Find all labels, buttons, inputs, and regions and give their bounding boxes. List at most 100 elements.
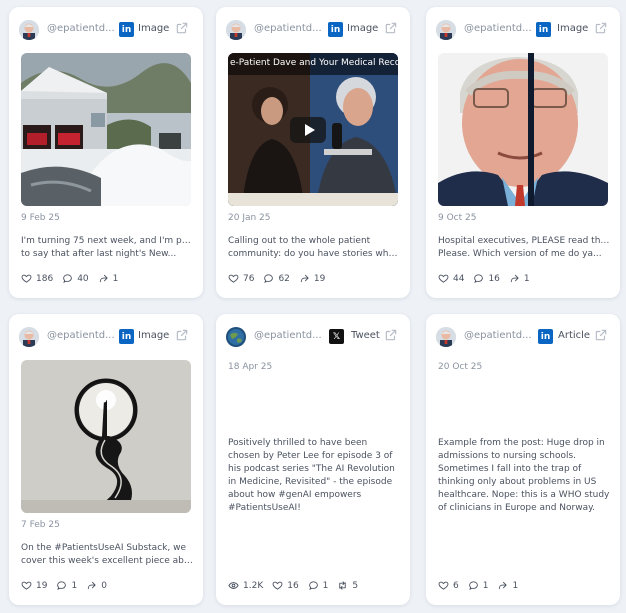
shares-stat: 0 [86,580,107,591]
comment-icon [473,273,484,284]
post-image[interactable] [21,360,191,513]
share-icon [497,580,508,591]
linkedin-icon: in [536,22,551,37]
post-type-label: Image [138,330,170,341]
comments-stat: 16 [473,273,500,284]
post-image[interactable] [21,53,191,206]
card-header: @epatientd... in Image [216,7,410,53]
external-link-icon[interactable] [594,21,608,35]
post-date: 7 Feb 25 [21,520,60,530]
author-handle[interactable]: @epatientd... [254,23,324,34]
card-header: @epatientd... in Image [9,314,203,360]
post-date: 18 Apr 25 [228,362,273,372]
heart-icon [438,580,449,591]
retweet-icon [337,580,348,591]
x-icon: 𝕏 [329,329,344,344]
globe-avatar-icon [226,327,246,347]
author-handle[interactable]: @epatientd... [47,23,117,34]
post-text[interactable]: Positively thrilled to have been chosen … [228,437,400,515]
likes-stat: 186 [21,273,53,284]
share-icon [98,273,109,284]
shares-stat: 1 [509,273,530,284]
post-text[interactable]: I'm turning 75 next week, and I'm proud … [21,235,193,261]
comments-stat: 62 [263,273,290,284]
linkedin-icon: in [119,22,134,37]
avatar [226,327,246,347]
likes-stat: 16 [272,580,299,591]
post-type-label: Article [558,330,591,341]
comment-icon [263,273,274,284]
card-header: @epatientd... in Image [9,7,203,53]
post-card[interactable]: @epatientd... in Image e-Patient Dave an… [216,7,410,298]
shares-stat: 1 [98,273,118,284]
post-stats: 6 1 1 [438,580,527,591]
post-text[interactable]: Calling out to the whole patient communi… [228,235,400,261]
card-header: @epatientd... in Article [426,314,620,360]
post-type-label: Image [557,23,589,34]
post-text[interactable]: Hospital executives, PLEASE read this. P… [438,235,610,261]
post-date: 9 Feb 25 [21,213,60,223]
post-image[interactable] [438,53,608,206]
comment-icon [62,273,73,284]
share-icon [509,273,520,284]
post-text[interactable]: Example from the post: Huge drop in admi… [438,437,610,515]
views-stat: 1.2K [228,580,263,591]
post-stats: 186 40 1 [21,273,127,284]
avatar [226,20,246,40]
avatar [436,20,456,40]
heart-icon [21,273,32,284]
post-type-label: Tweet [351,330,380,341]
post-text[interactable]: On the #PatientsUseAI Substack, we cover… [21,542,193,568]
likes-stat: 19 [21,580,47,591]
post-type-label: Image [138,23,170,34]
avatar [19,20,39,40]
post-date: 20 Oct 25 [438,362,483,372]
post-card[interactable]: @epatientd... in Image 9 Feb 25 I'm turn [9,7,203,298]
comment-icon [468,580,479,591]
post-stats: 76 62 19 [228,273,334,284]
card-header: @epatientd... 𝕏 Tweet [216,314,410,360]
card-header: @epatientd... in Image [426,7,620,53]
comments-stat: 40 [62,273,89,284]
external-link-icon[interactable] [175,328,189,342]
avatar [19,327,39,347]
video-title: e-Patient Dave and Your Medical Recor... [230,58,398,68]
linkedin-icon: in [119,329,134,344]
comment-icon [308,580,319,591]
post-card[interactable]: @epatientd... in Article 20 Oct 25 Examp… [426,314,620,605]
external-link-icon[interactable] [594,328,608,342]
heart-icon [228,273,239,284]
author-handle[interactable]: @epatientd... [464,23,534,34]
post-card[interactable]: @epatientd... in Image 7 Feb 25 On the #… [9,314,203,605]
post-stats: 44 16 1 [438,273,539,284]
heart-icon [438,273,449,284]
post-card[interactable]: @epatientd... 𝕏 Tweet 18 Apr 25 Positive… [216,314,410,605]
author-handle[interactable]: @epatientd... [464,330,534,341]
author-handle[interactable]: @epatientd... [47,330,117,341]
comments-stat: 1 [468,580,488,591]
linkedin-icon: in [328,22,343,37]
external-link-icon[interactable] [384,328,398,342]
shares-stat: 1 [497,580,518,591]
heart-icon [21,580,32,591]
post-date: 9 Oct 25 [438,213,477,223]
heart-icon [272,580,283,591]
likes-stat: 6 [438,580,459,591]
linkedin-icon: in [538,329,553,344]
comment-icon [56,580,67,591]
post-card[interactable]: @epatientd... in Image 9 Oct 25 Hospital… [426,7,620,298]
post-stats: 1.2K 16 1 5 [228,580,367,591]
post-stats: 19 1 0 [21,580,116,591]
post-type-label: Image [347,23,379,34]
comments-stat: 1 [56,580,77,591]
avatar [436,327,456,347]
author-handle[interactable]: @epatientd... [254,330,324,341]
external-link-icon[interactable] [175,21,189,35]
shares-stat: 19 [299,273,325,284]
likes-stat: 76 [228,273,254,284]
share-icon [299,273,310,284]
comments-stat: 1 [308,580,328,591]
post-video[interactable]: e-Patient Dave and Your Medical Recor... [228,53,398,206]
external-link-icon[interactable] [384,21,398,35]
eye-icon [228,580,239,591]
